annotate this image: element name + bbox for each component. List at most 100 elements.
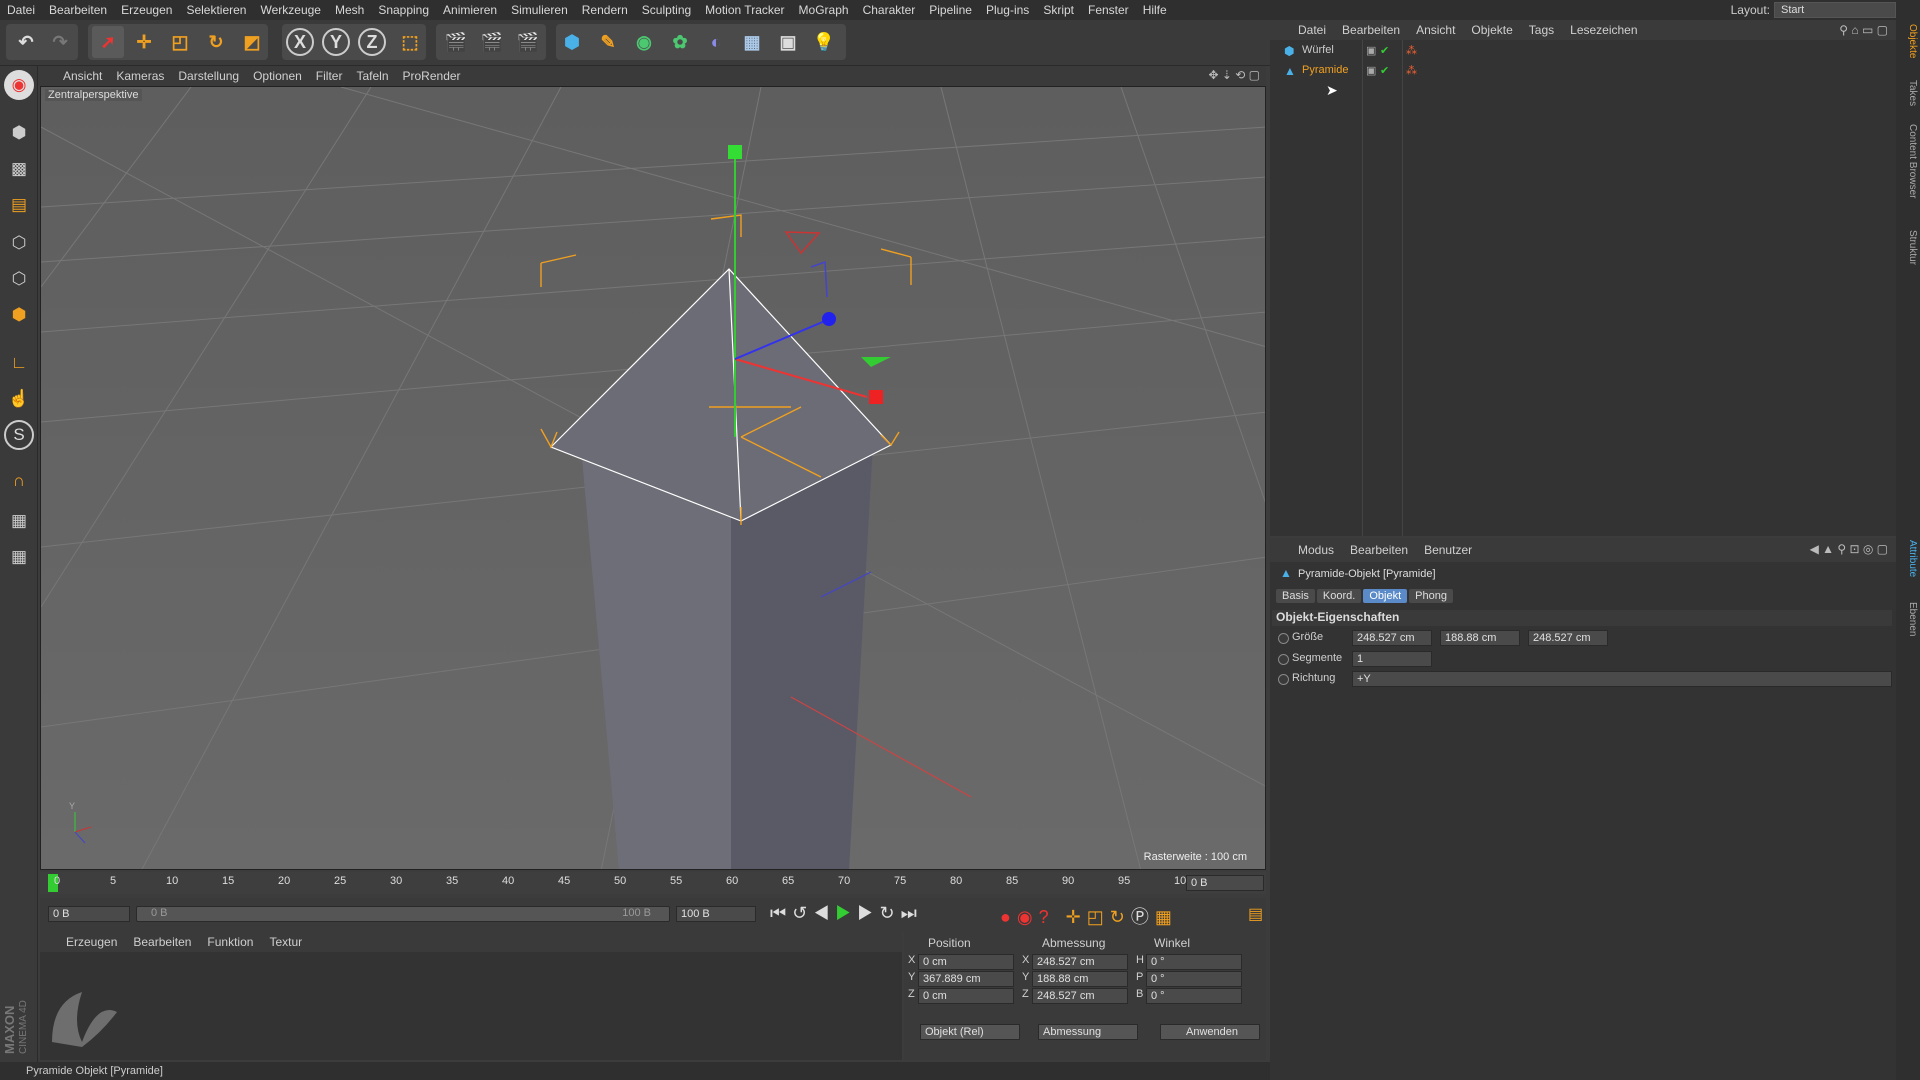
- key-scale-icon[interactable]: ◰: [1087, 907, 1110, 927]
- key-parameter-icon[interactable]: Ⓟ: [1131, 907, 1155, 927]
- menu-mesh[interactable]: Mesh: [328, 3, 371, 17]
- y-axis-lock[interactable]: Y: [322, 28, 350, 56]
- rotate-icon[interactable]: ↻: [200, 26, 232, 58]
- z-axis-lock[interactable]: Z: [358, 28, 386, 56]
- side-tab-objekte[interactable]: Objekte: [1898, 24, 1918, 58]
- x-axis-knob[interactable]: [869, 390, 883, 404]
- menu-werkzeuge[interactable]: Werkzeuge: [253, 3, 327, 17]
- direction-animate-radio[interactable]: [1278, 674, 1289, 685]
- render-settings-icon[interactable]: 🎬: [512, 26, 544, 58]
- object-name[interactable]: Würfel: [1302, 44, 1334, 56]
- subdivision-icon[interactable]: ◉: [628, 26, 660, 58]
- tab-phong[interactable]: Phong: [1409, 589, 1453, 603]
- side-tab-ebenen[interactable]: Ebenen: [1898, 602, 1918, 636]
- segments-field[interactable]: 1: [1352, 651, 1432, 667]
- viewport-menu-filter[interactable]: Filter: [309, 69, 350, 83]
- dimension-field[interactable]: 188.88 cm: [1032, 971, 1128, 987]
- object-row-wuerfel[interactable]: ⬢ Würfel ▣ ✔ ⁂: [1280, 42, 1892, 60]
- menu-hilfe[interactable]: Hilfe: [1136, 3, 1174, 17]
- timeline-ruler[interactable]: 0 5 10 15 20 25 30 35 40 45 50 55 60 65 70 75 80 85 90 95 10…: [40, 872, 1266, 894]
- light-icon[interactable]: 💡: [808, 26, 840, 58]
- cube-icon[interactable]: ⬢: [556, 26, 588, 58]
- coord-size-mode-select[interactable]: Abmessung: [1038, 1024, 1138, 1040]
- menu-fenster[interactable]: Fenster: [1081, 3, 1136, 17]
- next-key-icon[interactable]: ↻: [879, 903, 900, 923]
- dimension-field[interactable]: 248.527 cm: [1032, 954, 1128, 970]
- render-picture-viewer-icon[interactable]: 🎬: [476, 26, 508, 58]
- prev-key-icon[interactable]: ↺: [792, 903, 813, 923]
- autokey-icon[interactable]: ◉: [1017, 907, 1039, 927]
- phong-tag-icon[interactable]: ⁂: [1406, 44, 1417, 57]
- menu-selektieren[interactable]: Selektieren: [179, 3, 253, 17]
- end-frame-field[interactable]: 100 B: [676, 906, 756, 922]
- angle-field[interactable]: 0 °: [1146, 971, 1242, 987]
- viewport-menu-prorender[interactable]: ProRender: [396, 69, 468, 83]
- polygons-mode-icon[interactable]: ⬢: [4, 300, 34, 330]
- menu-charakter[interactable]: Charakter: [856, 3, 923, 17]
- menu-erzeugen[interactable]: Erzeugen: [114, 3, 179, 17]
- obj-menu-bearbeiten[interactable]: Bearbeiten: [1334, 23, 1408, 37]
- segments-animate-radio[interactable]: [1278, 654, 1289, 665]
- size-animate-radio[interactable]: [1278, 633, 1289, 644]
- play-icon[interactable]: ▶: [835, 903, 857, 923]
- obj-menu-lesezeichen[interactable]: Lesezeichen: [1562, 23, 1645, 37]
- side-tab-takes[interactable]: Takes: [1898, 80, 1918, 106]
- menu-rendern[interactable]: Rendern: [575, 3, 635, 17]
- workplane-lock-icon[interactable]: ▦: [4, 506, 34, 536]
- tab-basis[interactable]: Basis: [1276, 589, 1315, 603]
- angle-field[interactable]: 0 °: [1146, 954, 1242, 970]
- material-menu-bearbeiten[interactable]: Bearbeiten: [125, 935, 199, 949]
- viewport-menu-kameras[interactable]: Kameras: [109, 69, 171, 83]
- side-tab-content-browser[interactable]: Content Browser: [1898, 124, 1918, 198]
- obj-menu-ansicht[interactable]: Ansicht: [1408, 23, 1463, 37]
- viewport-menu-optionen[interactable]: Optionen: [246, 69, 309, 83]
- visibility-icon[interactable]: ▣: [1366, 64, 1376, 77]
- object-name[interactable]: Pyramide: [1302, 64, 1348, 76]
- tab-objekt[interactable]: Objekt: [1363, 589, 1408, 603]
- layout-select[interactable]: Start: [1774, 2, 1896, 18]
- viewport-menu-darstellung[interactable]: Darstellung: [171, 69, 246, 83]
- undo-icon[interactable]: ↶: [10, 26, 42, 58]
- menu-snapping[interactable]: Snapping: [371, 3, 436, 17]
- pen-icon[interactable]: ✎: [592, 26, 624, 58]
- move-icon[interactable]: ✛: [128, 26, 160, 58]
- position-field[interactable]: 0 cm: [918, 988, 1014, 1004]
- dimension-field[interactable]: 248.527 cm: [1032, 988, 1128, 1004]
- snapping-icon[interactable]: S: [4, 420, 34, 450]
- x-axis-lock[interactable]: X: [286, 28, 314, 56]
- enabled-check-icon[interactable]: ✔: [1380, 64, 1389, 77]
- menu-motion-tracker[interactable]: Motion Tracker: [698, 3, 791, 17]
- locked-workplane-icon[interactable]: ▦: [4, 542, 34, 572]
- next-frame-icon[interactable]: ▶: [857, 903, 879, 923]
- visibility-icon[interactable]: ▣: [1366, 44, 1376, 57]
- tweak-mode-icon[interactable]: ☝: [4, 384, 34, 414]
- menu-pipeline[interactable]: Pipeline: [922, 3, 979, 17]
- key-rotation-icon[interactable]: ↻: [1110, 907, 1131, 927]
- edges-mode-icon[interactable]: ⬡: [4, 264, 34, 294]
- menu-datei[interactable]: Datei: [0, 3, 42, 17]
- record-keys-icon[interactable]: ●: [1000, 907, 1017, 927]
- menu-plugins[interactable]: Plug-ins: [979, 3, 1036, 17]
- position-field[interactable]: 367.889 cm: [918, 971, 1014, 987]
- prev-frame-icon[interactable]: ◀: [813, 903, 835, 923]
- model-mode-icon[interactable]: ⬢: [4, 118, 34, 148]
- object-row-pyramide[interactable]: ▲ Pyramide ▣ ✔ ⁂: [1280, 62, 1892, 80]
- key-position-icon[interactable]: ✛: [1066, 907, 1087, 927]
- render-view-icon[interactable]: 🎬: [440, 26, 472, 58]
- angle-field[interactable]: 0 °: [1146, 988, 1242, 1004]
- material-menu-erzeugen[interactable]: Erzeugen: [58, 935, 125, 949]
- start-frame-field[interactable]: 0 B: [48, 906, 130, 922]
- enabled-check-icon[interactable]: ✔: [1380, 44, 1389, 57]
- keyframe-selection-icon[interactable]: ?: [1039, 907, 1055, 927]
- 3d-viewport[interactable]: Y Zentralperspektive Rasterweite : 100 c…: [40, 86, 1266, 870]
- menu-animieren[interactable]: Animieren: [436, 3, 504, 17]
- deformer-icon[interactable]: ◐: [700, 26, 732, 58]
- menu-skript[interactable]: Skript: [1036, 3, 1081, 17]
- menu-bearbeiten[interactable]: Bearbeiten: [42, 3, 114, 17]
- current-frame-field[interactable]: 0 B: [1186, 875, 1264, 891]
- material-menu-funktion[interactable]: Funktion: [199, 935, 261, 949]
- timeline-window-icon[interactable]: ▤: [1248, 904, 1268, 926]
- size-y-field[interactable]: 188.88 cm: [1440, 630, 1520, 646]
- scale-icon[interactable]: ◰: [164, 26, 196, 58]
- y-axis-knob[interactable]: [728, 145, 742, 159]
